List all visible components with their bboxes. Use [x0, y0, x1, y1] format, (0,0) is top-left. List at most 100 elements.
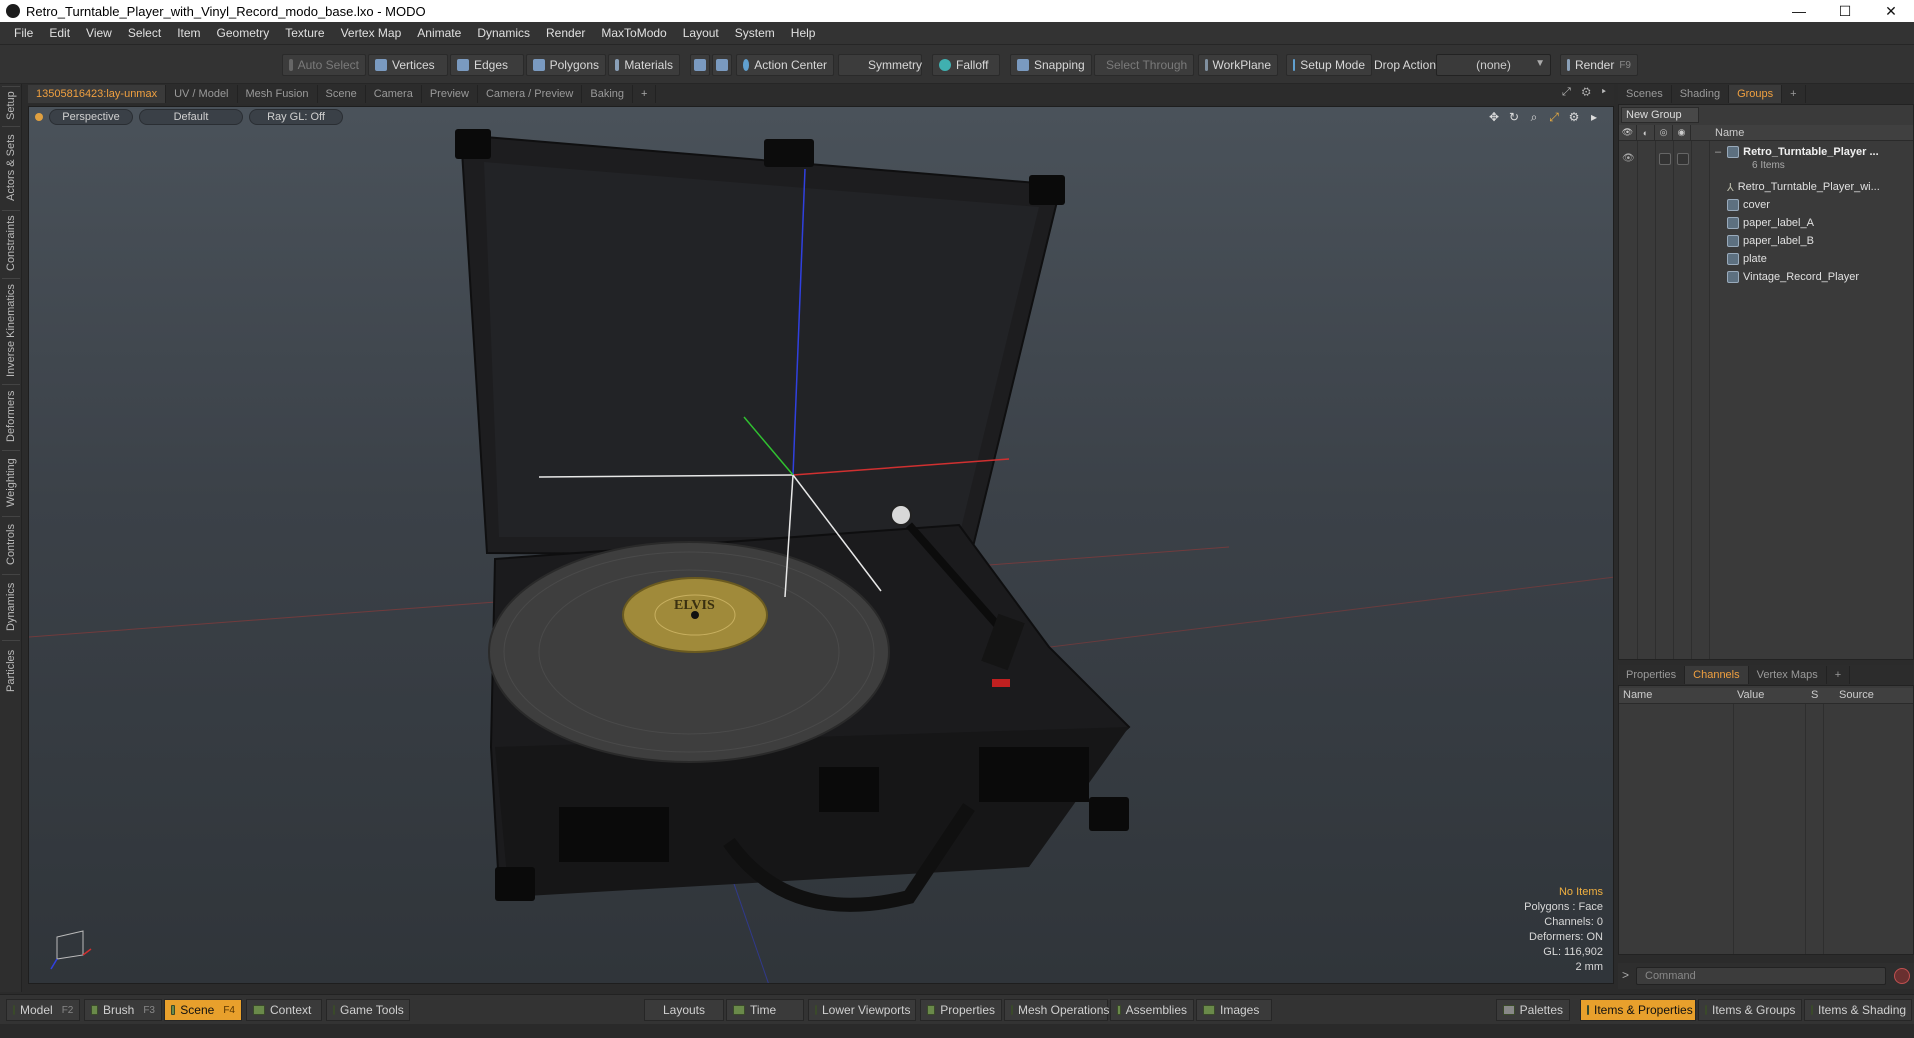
settings-icon[interactable]: ⚙ [1567, 110, 1581, 124]
tab-baking[interactable]: Baking [582, 85, 634, 103]
menu-vertex-map[interactable]: Vertex Map [333, 26, 410, 40]
layout-game-tools-button[interactable]: Game Tools [326, 999, 410, 1021]
list-item[interactable]: plate [1727, 250, 1767, 268]
select-toggle[interactable] [1677, 153, 1689, 165]
snap-element-button[interactable] [690, 54, 710, 76]
lock-toggle[interactable] [1659, 153, 1671, 165]
polygons-button[interactable]: Polygons [526, 54, 606, 76]
projection-selector[interactable]: Perspective [49, 109, 133, 125]
layout-context-button[interactable]: Context [246, 999, 322, 1021]
tab-uv-model[interactable]: UV / Model [166, 85, 238, 103]
drop-action-select[interactable]: (none) ▼ [1436, 54, 1551, 76]
edges-button[interactable]: Edges [450, 54, 524, 76]
add-channel-tab-button[interactable]: + [1827, 666, 1851, 684]
menu-select[interactable]: Select [120, 26, 169, 40]
shading-selector[interactable]: Default [139, 109, 243, 125]
render-col-icon[interactable]: ◐ [1637, 124, 1655, 141]
snap-pivot-button[interactable] [712, 54, 732, 76]
vtab-particles[interactable]: Particles [2, 640, 20, 700]
vtab-weighting[interactable]: Weighting [2, 450, 20, 514]
time-button[interactable]: Time [726, 999, 804, 1021]
close-button[interactable]: ✕ [1868, 0, 1914, 22]
list-item[interactable]: ⅄ Retro_Turntable_Player_wi... [1727, 178, 1880, 196]
name-column-header[interactable]: Name [1691, 127, 1744, 139]
menu-help[interactable]: Help [783, 26, 824, 40]
visibility-col-icon[interactable]: 👁 [1619, 124, 1637, 141]
rotate-icon[interactable]: ↻ [1507, 110, 1521, 124]
menu-texture[interactable]: Texture [277, 26, 332, 40]
menu-edit[interactable]: Edit [41, 26, 78, 40]
vtab-actors-sets[interactable]: Actors & Sets [2, 126, 20, 208]
vtab-inverse-kinematics[interactable]: Inverse Kinematics [2, 278, 20, 382]
tab-properties[interactable]: Properties [1618, 666, 1686, 684]
snapping-button[interactable]: Snapping [1010, 54, 1092, 76]
menu-item[interactable]: Item [169, 26, 208, 40]
add-right-tab-button[interactable]: + [1782, 85, 1806, 103]
list-item[interactable]: paper_label_B [1727, 232, 1814, 250]
list-item[interactable]: paper_label_A [1727, 214, 1814, 232]
falloff-button[interactable]: Falloff [932, 54, 1000, 76]
images-button[interactable]: Images [1196, 999, 1272, 1021]
minimize-button[interactable]: — [1776, 0, 1822, 22]
eye-icon[interactable]: 👁 [1622, 153, 1635, 165]
channel-source-header[interactable]: Source [1839, 689, 1874, 701]
viewport-options-icon[interactable] [35, 113, 43, 121]
select-through-button[interactable]: Select Through [1094, 54, 1194, 76]
render-button[interactable]: Render F9 [1560, 54, 1638, 76]
vtab-setup[interactable]: Setup [2, 86, 20, 124]
vertices-button[interactable]: Vertices [368, 54, 448, 76]
items-shading-button[interactable]: Items & Shading [1804, 999, 1912, 1021]
layout-scene-button[interactable]: Scene F4 [164, 999, 242, 1021]
vtab-constraints[interactable]: Constraints [2, 210, 20, 276]
new-group-button[interactable]: New Group [1621, 107, 1699, 123]
menu-geometry[interactable]: Geometry [209, 26, 278, 40]
setup-mode-button[interactable]: Setup Mode [1286, 54, 1372, 76]
items-properties-button[interactable]: Items & Properties [1580, 999, 1696, 1021]
menu-system[interactable]: System [727, 26, 783, 40]
add-tab-button[interactable]: + [633, 85, 657, 103]
mesh-operations-button[interactable]: Mesh Operations [1004, 999, 1109, 1021]
channel-s-header[interactable]: S [1811, 689, 1818, 701]
3d-viewport[interactable]: ELVIS Perspective Default Ray GL: Off ✥ … [28, 106, 1614, 984]
palettes-button[interactable]: Palettes [1496, 999, 1570, 1021]
tab-scene[interactable]: Scene [318, 85, 366, 103]
maximize-button[interactable]: ☐ [1822, 0, 1868, 22]
channel-value-header[interactable]: Value [1737, 689, 1764, 701]
list-item[interactable]: Vintage_Record_Player [1727, 268, 1859, 286]
lock-col-icon[interactable]: ◎ [1655, 124, 1673, 141]
tab-shading[interactable]: Shading [1672, 85, 1730, 103]
tab-groups[interactable]: Groups [1729, 85, 1783, 103]
tab-camera[interactable]: Camera [366, 85, 422, 103]
menu-render[interactable]: Render [538, 26, 593, 40]
tab-vertex-maps[interactable]: Vertex Maps [1749, 666, 1827, 684]
auto-select-button[interactable]: Auto Select [282, 54, 366, 76]
tab-mesh-fusion[interactable]: Mesh Fusion [238, 85, 318, 103]
menu-file[interactable]: File [6, 26, 41, 40]
menu-layout[interactable]: Layout [675, 26, 727, 40]
materials-button[interactable]: Materials [608, 54, 680, 76]
symmetry-button[interactable]: Symmetry [838, 54, 922, 76]
layout-brush-button[interactable]: Brush F3 [84, 999, 162, 1021]
menu-view[interactable]: View [78, 26, 120, 40]
lower-viewports-button[interactable]: Lower Viewports [808, 999, 916, 1021]
layouts-button[interactable]: Layouts [644, 999, 724, 1021]
layout-model-button[interactable]: Model F2 [6, 999, 80, 1021]
action-center-button[interactable]: Action Center [736, 54, 834, 76]
tab-channels[interactable]: Channels [1685, 666, 1749, 684]
items-groups-button[interactable]: Items & Groups [1698, 999, 1802, 1021]
command-input[interactable]: Command [1636, 967, 1886, 985]
menu-animate[interactable]: Animate [409, 26, 469, 40]
more-icon[interactable]: ▸ [1587, 110, 1601, 124]
list-item[interactable]: cover [1727, 196, 1770, 214]
tab-preview[interactable]: Preview [422, 85, 478, 103]
tab-scenes[interactable]: Scenes [1618, 85, 1672, 103]
vtab-deformers[interactable]: Deformers [2, 384, 20, 448]
tab-camera-preview[interactable]: Camera / Preview [478, 85, 583, 103]
menu-dynamics[interactable]: Dynamics [469, 26, 538, 40]
workplane-button[interactable]: WorkPlane [1198, 54, 1278, 76]
group-root-row[interactable]: – Retro_Turntable_Player ... [1715, 143, 1879, 161]
raygl-toggle[interactable]: Ray GL: Off [249, 109, 343, 125]
channel-name-header[interactable]: Name [1623, 689, 1652, 701]
menu-maxtomodo[interactable]: MaxToModo [593, 26, 674, 40]
vtab-controls[interactable]: Controls [2, 516, 20, 572]
